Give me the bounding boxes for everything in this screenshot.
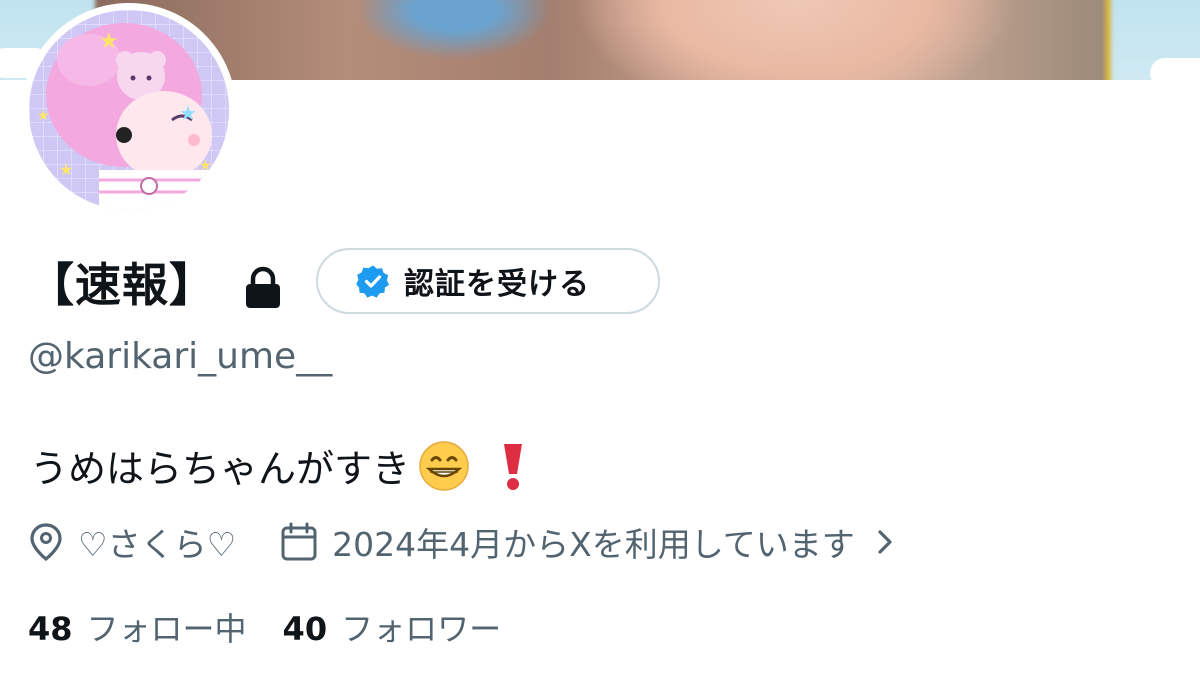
chevron-right-icon[interactable] bbox=[875, 526, 895, 558]
svg-text:★: ★ bbox=[99, 29, 119, 54]
grinning-face-emoji bbox=[419, 440, 469, 491]
bio-text: うめはらちゃんがすき bbox=[30, 447, 411, 491]
red-exclamation-emoji bbox=[504, 443, 523, 490]
svg-text:★: ★ bbox=[59, 160, 73, 179]
banner-cloud bbox=[1150, 58, 1200, 80]
avatar[interactable]: ★ ★ ★ ★ ★ bbox=[22, 3, 236, 217]
bio: うめはらちゃんがすき bbox=[30, 438, 526, 493]
display-name: 【速報】 bbox=[28, 258, 216, 312]
joined-date[interactable]: 2024年4月からXを利用しています bbox=[332, 518, 855, 566]
username-handle: @karikari_ume__ bbox=[28, 336, 333, 377]
following-label[interactable]: フォロー中 bbox=[87, 604, 247, 650]
get-verified-button[interactable]: 認証を受ける bbox=[316, 248, 660, 314]
svg-text:★: ★ bbox=[179, 101, 197, 125]
verified-badge-icon bbox=[356, 265, 390, 298]
profile-meta: ♡さくら♡ 2024年4月からXを利用しています bbox=[28, 518, 895, 566]
calendar-icon bbox=[281, 522, 317, 561]
following-count[interactable]: 48 bbox=[28, 610, 73, 648]
follow-stats: 48 フォロー中 40 フォロワー bbox=[28, 604, 501, 650]
followers-label[interactable]: フォロワー bbox=[341, 604, 501, 650]
followers-count[interactable]: 40 bbox=[283, 610, 328, 648]
location-text: ♡さくら♡ bbox=[78, 525, 237, 564]
avatar-image: ★ ★ ★ ★ ★ bbox=[29, 10, 229, 210]
get-verified-label: 認証を受ける bbox=[404, 267, 590, 302]
location-pin-icon bbox=[30, 523, 62, 562]
banner-photo bbox=[95, 0, 1111, 80]
lock-icon bbox=[246, 266, 280, 308]
svg-text:★: ★ bbox=[199, 158, 212, 174]
svg-text:★: ★ bbox=[37, 108, 50, 124]
